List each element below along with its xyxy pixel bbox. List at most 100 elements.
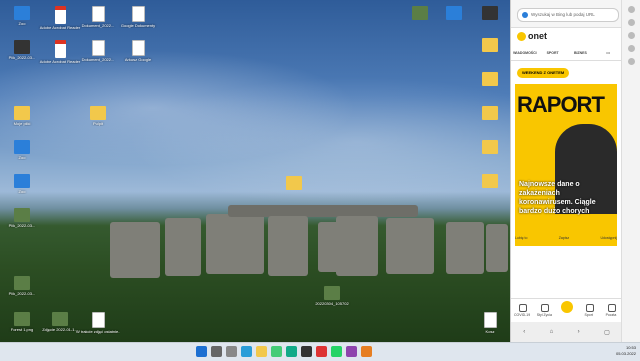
desktop-icon[interactable]: Dokument_2022...	[76, 40, 120, 62]
stone	[446, 222, 484, 274]
icon-label: Dokument_2022...	[81, 57, 115, 62]
app-icon	[482, 6, 498, 20]
system-clock[interactable]: 10:53 05.03.2022	[616, 345, 636, 357]
tab-wiadomosci[interactable]: WIADOMOŚCI	[511, 46, 539, 60]
home-icon[interactable]: ⌂	[550, 329, 554, 335]
app-icon[interactable]	[346, 346, 357, 357]
document-icon	[131, 6, 145, 22]
image-icon	[14, 276, 30, 290]
recycle-bin-icon	[483, 312, 497, 328]
icon-label: Arkusz Google	[124, 57, 152, 62]
icon-label: Zoo	[18, 155, 26, 160]
app-icon[interactable]	[361, 346, 372, 357]
desktop-icon[interactable]: Kosz	[468, 312, 512, 334]
image-icon	[14, 208, 30, 222]
icon-label: Plik_2022-03...	[8, 223, 36, 228]
icon-label: 20220304_105702	[315, 301, 349, 306]
search-icon[interactable]	[211, 346, 222, 357]
desktop-icon[interactable]	[468, 106, 512, 120]
clock-date: 05.03.2022	[615, 351, 636, 356]
tab-more[interactable]: •••	[594, 46, 622, 60]
folder-icon	[14, 106, 30, 120]
tab-biznes[interactable]: BIZNES	[567, 46, 595, 60]
desktop-icon[interactable]: Moje pliki	[0, 106, 44, 126]
desktop-icon[interactable]	[468, 6, 512, 20]
hero-title: RAPORT	[517, 92, 605, 117]
edge-sidebar: Wyszukaj w Bing lub podaj URL onet WIADO…	[510, 0, 622, 342]
shopping-icon[interactable]	[628, 19, 635, 26]
pdf-icon	[54, 40, 66, 58]
tab-sport[interactable]: SPORT	[539, 46, 567, 60]
desktop-icon[interactable]: Arkusz Google	[116, 40, 160, 62]
folder-icon	[482, 38, 498, 52]
nav-covid[interactable]: COVID-19	[511, 299, 533, 323]
desktop-icon[interactable]: Dokument_2022...	[76, 6, 120, 28]
save-button[interactable]: Zapisz	[559, 236, 569, 240]
document-icon	[131, 40, 145, 56]
desktop-icon[interactable]: W trakcie zdjęć ostatnie...	[76, 312, 120, 334]
image-icon	[14, 40, 30, 54]
forward-icon[interactable]: ›	[578, 329, 580, 335]
document-icon	[91, 40, 105, 56]
onet-logo-icon[interactable]	[517, 32, 526, 41]
app-icon	[14, 6, 30, 20]
edge-icon[interactable]	[241, 346, 252, 357]
stone	[386, 218, 434, 274]
tools-icon[interactable]	[628, 32, 635, 39]
icon-label: Kosz	[485, 329, 495, 334]
stone	[110, 222, 160, 278]
app-icon[interactable]	[271, 346, 282, 357]
nav-sport[interactable]: Sport	[578, 299, 600, 323]
like-button[interactable]: Lubię to	[515, 236, 527, 240]
sidebar-footer: ‹ ⌂ › ▢	[511, 322, 622, 342]
app-icon[interactable]	[286, 346, 297, 357]
desktop-icon[interactable]: Pulpit	[76, 106, 120, 126]
app-icon	[446, 6, 462, 20]
desktop-icon[interactable]: Google Dokumenty	[116, 6, 160, 28]
pdf-icon	[54, 6, 66, 24]
office-icon[interactable]	[628, 58, 635, 65]
desktop-icon[interactable]	[468, 174, 512, 188]
image-icon	[412, 6, 428, 20]
section-pill[interactable]: WEEKEND Z ONETEM	[517, 68, 570, 78]
article-actions: Lubię to Zapisz Udostępnij	[515, 236, 617, 240]
desktop-icon[interactable]	[468, 38, 512, 52]
folder-icon	[482, 174, 498, 188]
task-view-icon[interactable]	[226, 346, 237, 357]
desktop-icon[interactable]	[468, 140, 512, 154]
desktop-icon[interactable]: Plik_2022-03...	[0, 208, 44, 228]
icon-label: Pulpit	[92, 121, 103, 126]
headline[interactable]: Najnowsze dane o zakażeniach koronawirus…	[519, 180, 609, 216]
share-button[interactable]: Udostępnij	[600, 236, 617, 240]
whatsapp-icon[interactable]	[331, 346, 342, 357]
folder-icon	[286, 176, 302, 190]
stone	[336, 216, 378, 276]
file-explorer-icon[interactable]	[256, 346, 267, 357]
nav-onet-home[interactable]	[555, 299, 577, 323]
document-icon	[91, 312, 105, 328]
games-icon[interactable]	[628, 45, 635, 52]
back-icon[interactable]: ‹	[523, 329, 525, 335]
search-icon[interactable]	[628, 6, 635, 13]
search-box[interactable]: Wyszukaj w Bing lub podaj URL	[517, 8, 619, 22]
app-icon[interactable]	[301, 346, 312, 357]
desktop-icon[interactable]	[468, 72, 512, 86]
desktop-icon[interactable]: Plik_2022-03...	[0, 276, 44, 296]
tabs-icon[interactable]: ▢	[604, 329, 610, 336]
onet-logo-text[interactable]: onet	[528, 31, 547, 41]
icon-label: Zoo	[18, 189, 26, 194]
start-icon[interactable]	[196, 346, 207, 357]
search-placeholder: Wyszukaj w Bing lub podaj URL	[531, 12, 595, 17]
nav-poczta[interactable]: Poczta	[600, 299, 622, 323]
edge-icon	[522, 12, 528, 18]
app-icon[interactable]	[316, 346, 327, 357]
onet-header: onet	[511, 28, 622, 46]
icon-label: Moje pliki	[13, 121, 31, 126]
desktop-icon[interactable]: Zoo	[0, 140, 44, 160]
hero-article[interactable]: RAPORT Najnowsze dane o zakażeniach koro…	[515, 84, 617, 246]
desktop-icon[interactable]	[272, 176, 316, 190]
nav-styl-zycia[interactable]: Styl Życia	[533, 299, 555, 323]
desktop-icon[interactable]: Zoo	[0, 174, 44, 194]
desktop-icon[interactable]: 20220304_105702	[310, 286, 354, 306]
icon-label: Google Dokumenty	[120, 23, 156, 28]
